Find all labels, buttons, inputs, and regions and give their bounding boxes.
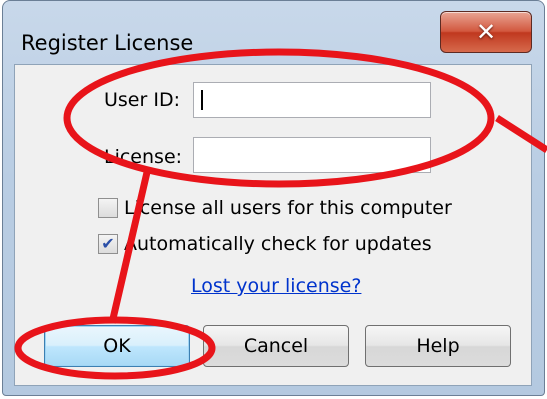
- ok-button[interactable]: OK: [44, 325, 190, 367]
- help-button[interactable]: Help: [365, 325, 511, 367]
- close-button[interactable]: ✕: [440, 11, 532, 53]
- license-field[interactable]: [193, 137, 431, 173]
- text-caret: [201, 90, 203, 110]
- all-users-label: License all users for this computer: [124, 197, 452, 219]
- all-users-option[interactable]: License all users for this computer: [98, 197, 452, 219]
- user-id-field[interactable]: [193, 82, 431, 118]
- user-id-label: User ID:: [104, 89, 180, 111]
- license-label: License:: [104, 146, 183, 168]
- all-users-checkbox[interactable]: [98, 198, 118, 218]
- checkmark-icon: ✔: [101, 234, 115, 253]
- auto-update-checkbox[interactable]: ✔: [98, 234, 118, 254]
- dialog-title: Register License: [21, 31, 194, 55]
- cancel-button[interactable]: Cancel: [203, 325, 349, 367]
- auto-update-label: Automatically check for updates: [124, 233, 432, 255]
- close-icon: ✕: [475, 18, 497, 46]
- lost-license-link[interactable]: Lost your license?: [191, 275, 361, 297]
- auto-update-option[interactable]: ✔ Automatically check for updates: [98, 233, 432, 255]
